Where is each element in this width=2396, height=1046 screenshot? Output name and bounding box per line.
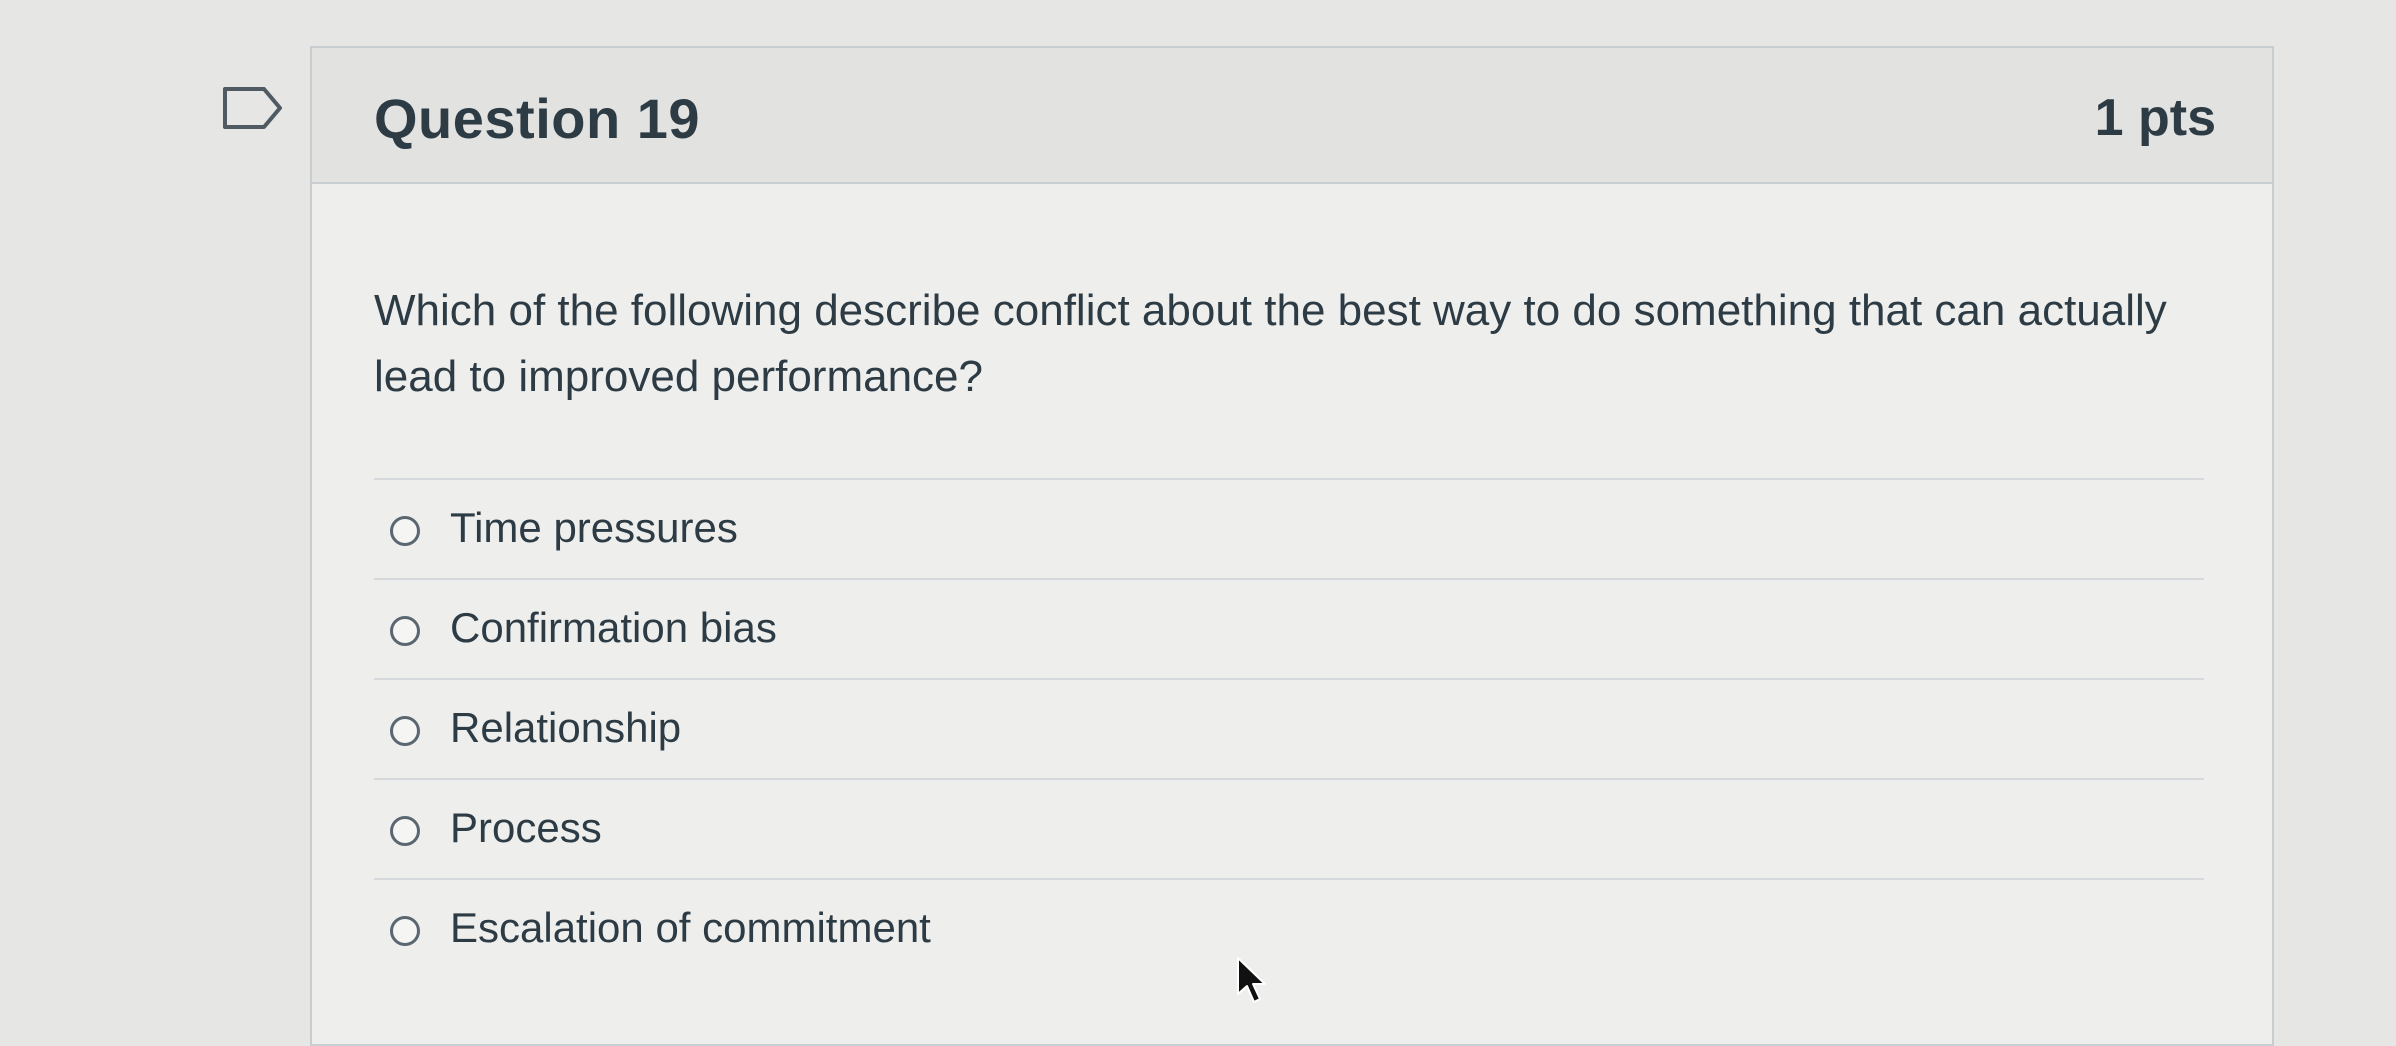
answer-option-time-pressures[interactable]: Time pressures [374,480,2204,580]
radio-button[interactable] [390,516,420,546]
mouse-pointer-icon [1236,956,1270,1006]
question-points: 1 pts [2094,89,2216,147]
answer-label[interactable]: Relationship [450,704,681,752]
answer-option-process[interactable]: Process [374,780,2204,880]
answer-option-confirmation-bias[interactable]: Confirmation bias [374,580,2204,680]
answer-list: Time pressures Confirmation bias Relatio… [374,478,2204,978]
question-header: Question 19 1 pts [312,48,2272,184]
answer-label[interactable]: Confirmation bias [450,604,777,652]
radio-button[interactable] [390,816,420,846]
question-title: Question 19 [374,87,701,150]
radio-button[interactable] [390,916,420,946]
radio-button[interactable] [390,716,420,746]
flag-question-icon[interactable] [222,86,284,130]
answer-option-relationship[interactable]: Relationship [374,680,2204,780]
answer-label[interactable]: Process [450,804,602,852]
answer-label[interactable]: Escalation of commitment [450,904,931,952]
question-text: Which of the following describe conflict… [374,286,2167,401]
radio-button[interactable] [390,616,420,646]
question-card: Question 19 1 pts Which of the following… [310,46,2274,1046]
answer-label[interactable]: Time pressures [450,504,738,552]
answer-option-escalation-of-commitment[interactable]: Escalation of commitment [374,880,2204,978]
